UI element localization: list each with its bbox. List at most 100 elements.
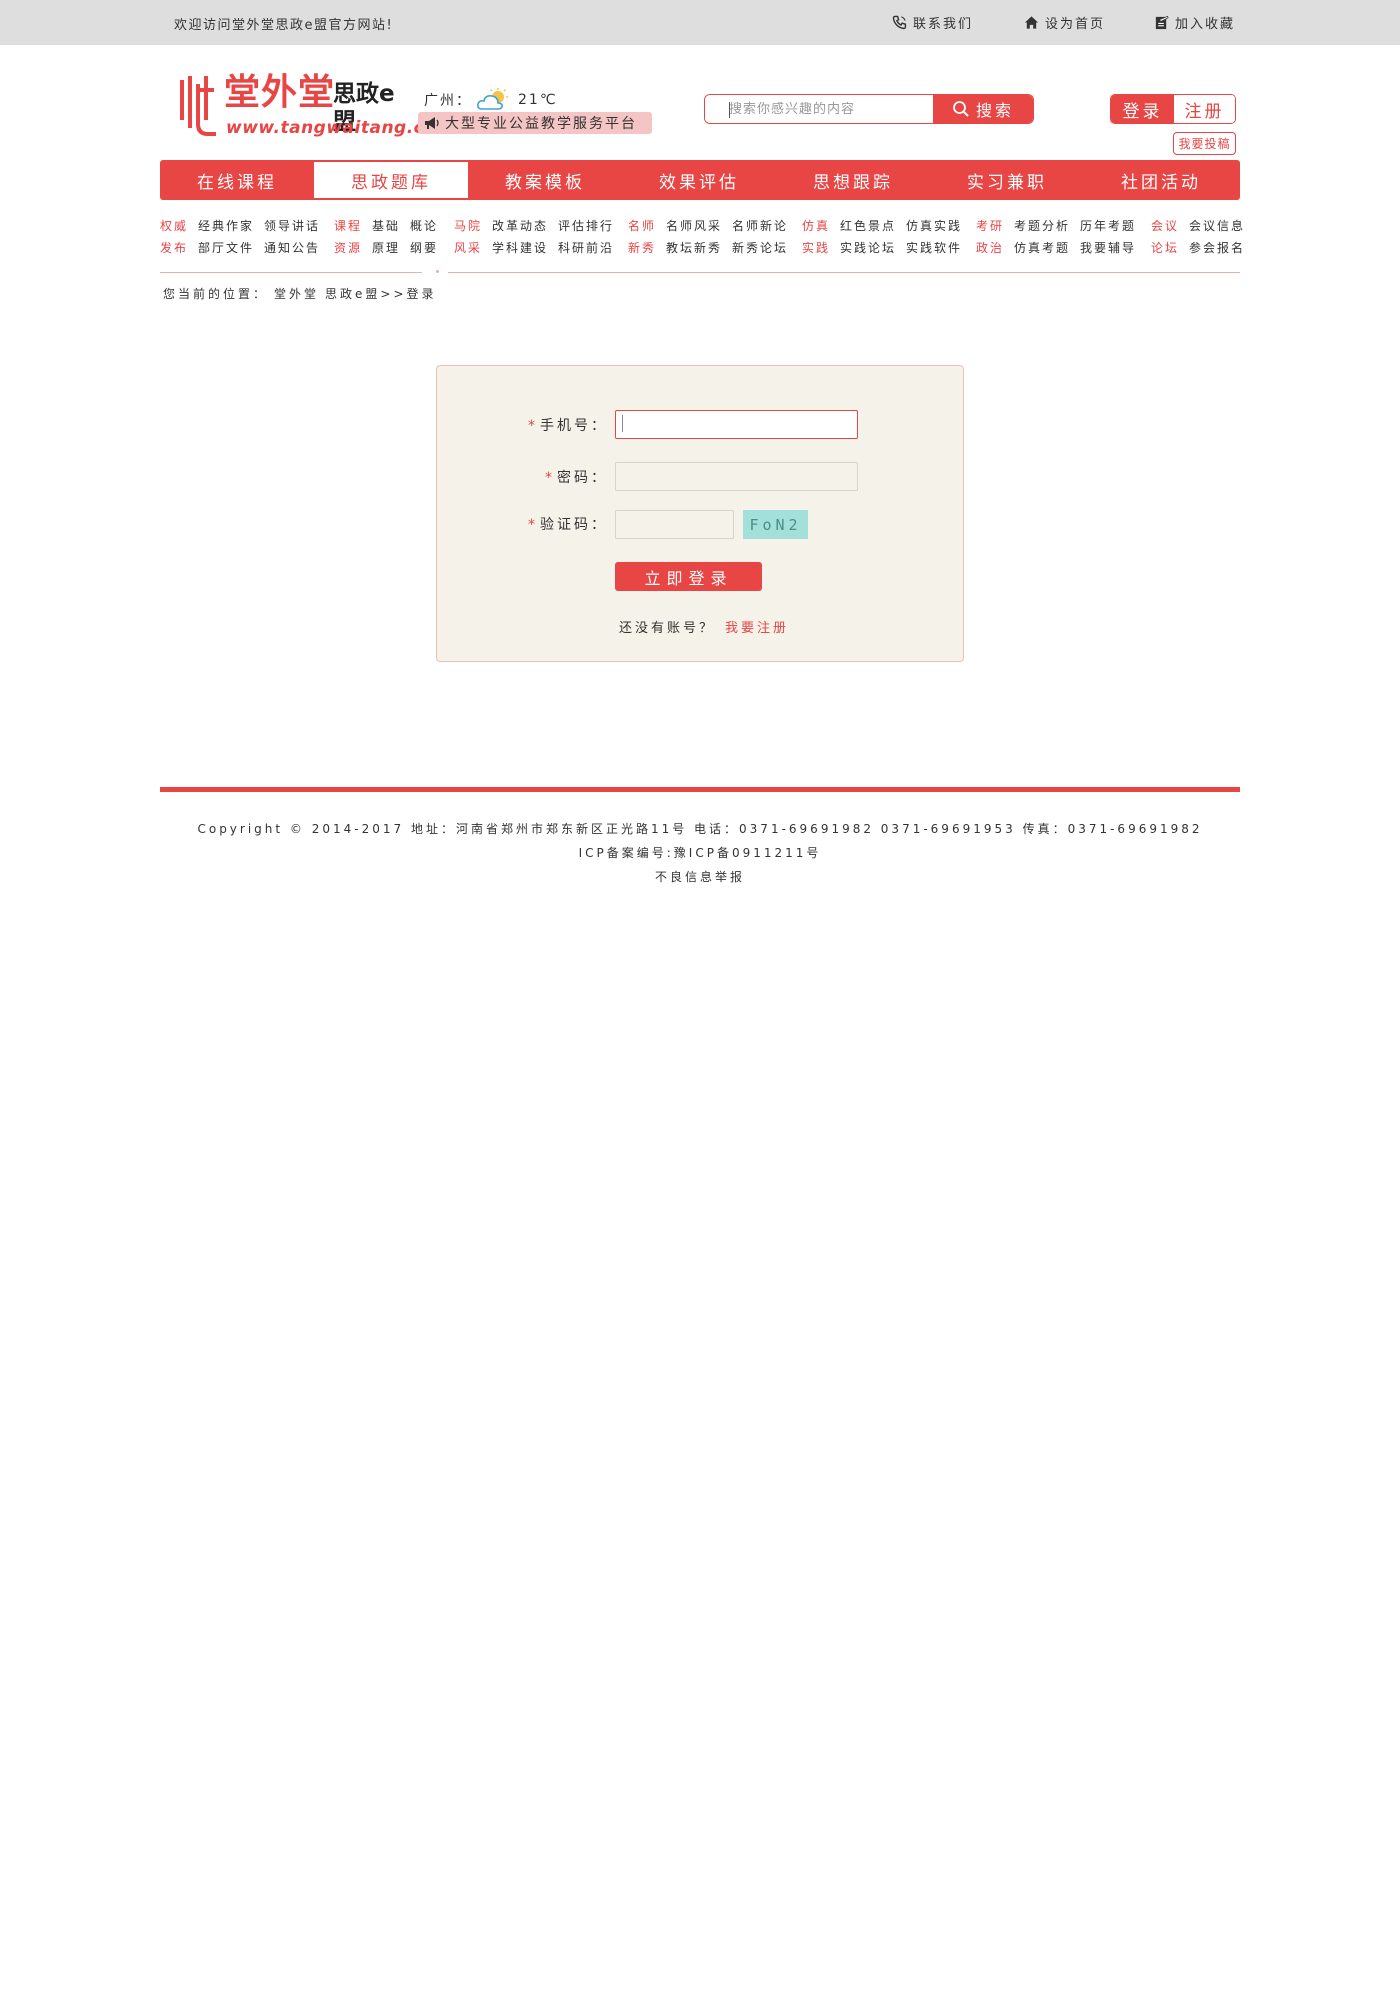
subnav-link[interactable]: 仿真实践 [906, 217, 962, 234]
login-button[interactable]: 登录 [1111, 95, 1174, 123]
subnav-link[interactable]: 概论 [410, 217, 438, 234]
captcha-image[interactable]: FoN2 [743, 510, 808, 539]
phone-label-text: 手机号： [540, 418, 608, 434]
nav-club-activities[interactable]: 社团活动 [1084, 160, 1238, 200]
nav-evaluation[interactable]: 效果评估 [622, 160, 776, 200]
subnav-link[interactable]: 基础 [372, 217, 400, 234]
register-link[interactable]: 我要注册 [725, 617, 789, 636]
nav-question-bank[interactable]: 思政题库 [314, 162, 468, 198]
subnav-group: 课程 基础 概论 资源 原理 纲要 [334, 214, 438, 258]
subnav-category[interactable]: 新秀 [628, 239, 656, 256]
subnav-link[interactable]: 新秀论坛 [732, 239, 788, 256]
no-account-text: 还没有账号？ [619, 621, 716, 636]
search-button[interactable]: 搜索 [933, 95, 1033, 123]
search-icon [953, 101, 969, 117]
set-homepage-link[interactable]: 设为首页 [1024, 13, 1105, 32]
subnav-link[interactable]: 仿真考题 [1014, 239, 1070, 256]
subnav-category[interactable]: 权威 [160, 217, 188, 234]
subnav-link[interactable]: 名师风采 [666, 217, 722, 234]
search-bar: 搜索 [704, 94, 1034, 124]
subnav-category[interactable]: 论坛 [1151, 239, 1179, 256]
logo-url: www.tangwaitang.cn [226, 118, 437, 138]
subnav-group: 会议 会议信息 论坛 参会报名 [1151, 214, 1245, 258]
add-favorite-link[interactable]: 加入收藏 [1154, 13, 1235, 32]
password-label-text: 密码： [557, 470, 608, 486]
contact-us-link[interactable]: 联系我们 [892, 13, 973, 32]
auth-group: 登录 注册 [1110, 94, 1236, 124]
subnav-category[interactable]: 政治 [976, 239, 1004, 256]
divider [448, 272, 1240, 273]
subnav-link[interactable]: 原理 [372, 239, 400, 256]
subnav-link[interactable]: 参会报名 [1189, 239, 1245, 256]
nav-thought-tracking[interactable]: 思想跟踪 [776, 160, 930, 200]
set-homepage-label: 设为首页 [1045, 17, 1106, 32]
captcha-input[interactable] [615, 510, 734, 539]
contact-us-label: 联系我们 [913, 17, 974, 32]
subnav-category[interactable]: 会议 [1151, 217, 1179, 234]
logo-mark-icon [180, 76, 216, 136]
divider [160, 272, 422, 273]
subnav-group: 仿真 红色景点 仿真实践 实践 实践论坛 实践软件 [802, 214, 962, 258]
subnav-link[interactable]: 经典作家 [198, 217, 254, 234]
add-favorite-label: 加入收藏 [1175, 17, 1236, 32]
subnav-link[interactable]: 领导讲话 [264, 217, 320, 234]
subnav-link[interactable]: 我要辅导 [1080, 239, 1136, 256]
subnav-group: 马院 改革动态 评估排行 风采 学科建设 科研前沿 [454, 214, 614, 258]
captcha-label: * 验证码： [468, 514, 608, 534]
nav-lesson-templates[interactable]: 教案模板 [468, 160, 622, 200]
subnav-category[interactable]: 名师 [628, 217, 656, 234]
subnav-link[interactable]: 改革动态 [492, 217, 548, 234]
subnav-link[interactable]: 通知公告 [264, 239, 320, 256]
phone-input[interactable] [615, 410, 858, 439]
login-submit-button[interactable]: 立即登录 [615, 562, 762, 591]
subnav-link[interactable]: 科研前沿 [558, 239, 614, 256]
required-mark: * [528, 418, 538, 434]
nav-online-courses[interactable]: 在线课程 [160, 160, 314, 200]
subnav-link[interactable]: 部厅文件 [198, 239, 254, 256]
breadcrumb-current[interactable]: 思政e盟>>登录 [325, 285, 437, 302]
captcha-label-text: 验证码： [540, 517, 608, 533]
nav-internship[interactable]: 实习兼职 [930, 160, 1084, 200]
subnav-link[interactable]: 纲要 [410, 239, 438, 256]
weather-widget: 广州： 21℃ [424, 88, 558, 112]
subnav-link[interactable]: 考题分析 [1014, 217, 1070, 234]
weather-city: 广州： [424, 93, 472, 109]
site-logo[interactable]: 堂外堂 思政e盟 www.tangwaitang.cn [178, 72, 436, 144]
required-mark: * [528, 517, 538, 533]
subnav-link[interactable]: 实践论坛 [840, 239, 896, 256]
submit-article-button[interactable]: 我要投稿 [1173, 132, 1236, 155]
subnav-link[interactable]: 历年考题 [1080, 217, 1136, 234]
subnav-group: 权威 经典作家 领导讲话 发布 部厅文件 通知公告 [160, 214, 320, 258]
footer-divider [160, 787, 1240, 792]
subnav-link[interactable]: 实践软件 [906, 239, 962, 256]
search-caret [729, 102, 730, 118]
required-mark: * [545, 470, 555, 486]
search-input[interactable] [705, 95, 933, 123]
subnav-link[interactable]: 会议信息 [1189, 217, 1245, 234]
password-input[interactable] [615, 462, 858, 491]
footer-report[interactable]: 不良信息举报 [0, 868, 1400, 885]
breadcrumb: 您当前的位置： 堂外堂 思政e盟>>登录 [163, 285, 437, 302]
subnav-category[interactable]: 实践 [802, 239, 830, 256]
footer-icp[interactable]: ICP备案编号:豫ICP备0911211号 [0, 844, 1400, 861]
subnav-link[interactable]: 教坛新秀 [666, 239, 722, 256]
subnav-category[interactable]: 风采 [454, 239, 482, 256]
subnav-category[interactable]: 马院 [454, 217, 482, 234]
register-button[interactable]: 注册 [1174, 95, 1235, 123]
subnav-link[interactable]: 名师新论 [732, 217, 788, 234]
breadcrumb-home[interactable]: 堂外堂 [274, 285, 319, 302]
divider-dot [436, 270, 439, 273]
subnav-link[interactable]: 红色景点 [840, 217, 896, 234]
subnav-category[interactable]: 资源 [334, 239, 362, 256]
subnav-category[interactable]: 课程 [334, 217, 362, 234]
subnav-group: 名师 名师风采 名师新论 新秀 教坛新秀 新秀论坛 [628, 214, 788, 258]
sub-nav: 权威 经典作家 领导讲话 发布 部厅文件 通知公告 课程 基础 概论 资源 原理 纲要 马院 改革… [160, 214, 1243, 258]
subnav-link[interactable]: 评估排行 [558, 217, 614, 234]
subnav-category[interactable]: 考研 [976, 217, 1004, 234]
subnav-category[interactable]: 仿真 [802, 217, 830, 234]
footer-copyright: Copyright © 2014-2017 地址：河南省郑州市郑东新区正光路11… [197, 822, 1203, 836]
welcome-text: 欢迎访问堂外堂思政e盟官方网站! [174, 18, 394, 33]
subnav-category[interactable]: 发布 [160, 239, 188, 256]
subnav-link[interactable]: 学科建设 [492, 239, 548, 256]
megaphone-icon [425, 117, 439, 129]
